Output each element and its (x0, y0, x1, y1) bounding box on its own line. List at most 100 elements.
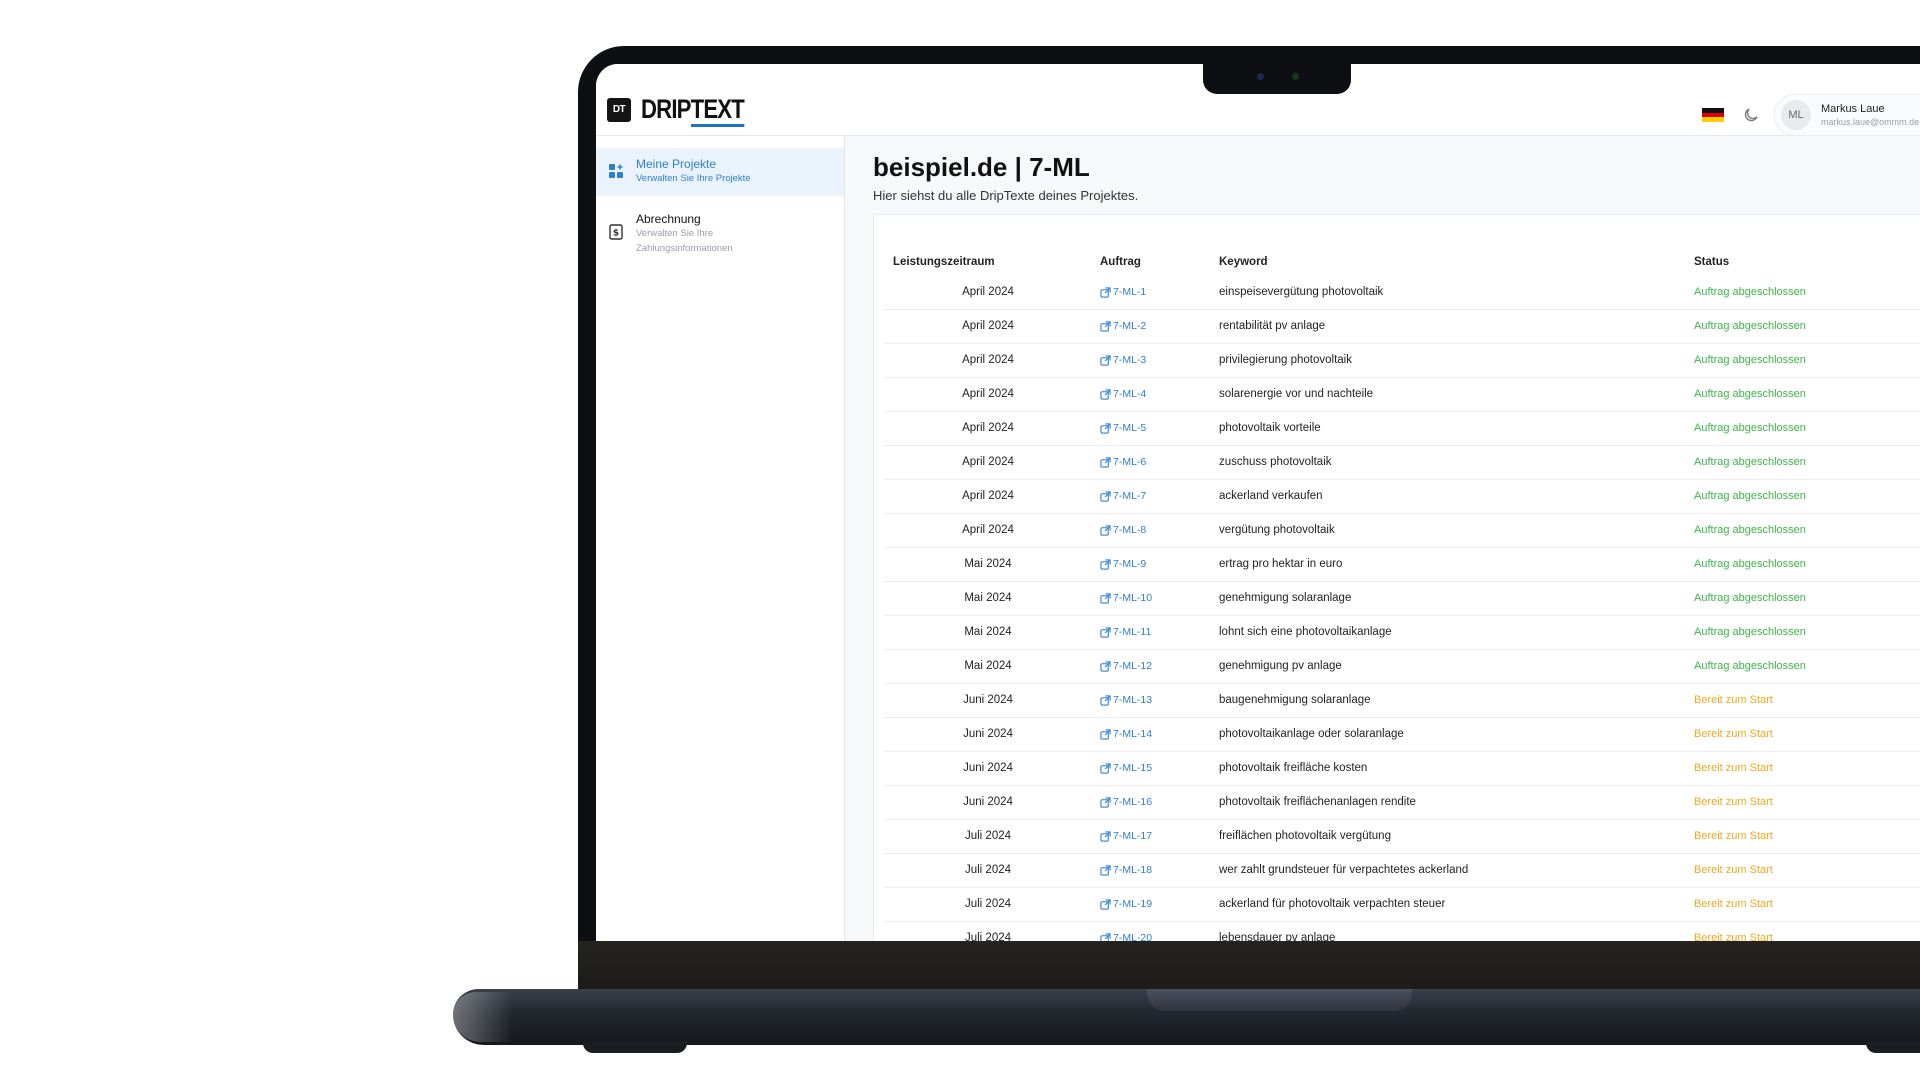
order-link[interactable]: 7-ML-1 (1100, 275, 1146, 309)
cell-keyword: einspeisevergütung photovoltaik (1219, 286, 1384, 298)
order-link[interactable]: 7-ML-9 (1100, 547, 1146, 581)
sidebar-item-abrechnung[interactable]: $ Abrechnung Verwalten Sie Ihre Zahlungs… (596, 202, 844, 264)
cell-leistungszeitraum: Juni 2024 (963, 796, 1013, 808)
external-link-icon (1100, 592, 1111, 604)
order-id: 7-ML-15 (1113, 762, 1153, 774)
cell-leistungszeitraum: Juli 2024 (964, 898, 1012, 910)
order-link[interactable]: 7-ML-8 (1100, 513, 1146, 547)
status-badge: Auftrag abgeschlossen (1694, 286, 1806, 298)
camera-notch (1203, 62, 1351, 94)
order-link[interactable]: 7-ML-18 (1100, 853, 1152, 887)
de-flag-icon[interactable] (1702, 108, 1724, 123)
logo-text-part2: TEXT (690, 94, 745, 127)
order-link[interactable]: 7-ML-7 (1100, 479, 1146, 513)
laptop-foot (583, 1041, 687, 1053)
cell-leistungszeitraum: April 2024 (962, 354, 1014, 366)
external-link-icon (1100, 456, 1111, 468)
cell-keyword: privilegierung photovoltaik (1219, 354, 1352, 366)
logo-text-part1: DRIP (641, 94, 691, 124)
user-menu[interactable]: ML Markus Laue markus.laue@ommm.de (1774, 94, 1920, 136)
cell-leistungszeitraum: Juni 2024 (963, 728, 1013, 740)
order-id: 7-ML-18 (1113, 864, 1153, 876)
cell-keyword: ackerland verkaufen (1219, 490, 1323, 502)
table-row: Mai 2024 7-ML-11 lohnt sich eine photovolt… (884, 615, 1920, 650)
table-row: Juli 2024 7-ML-18 wer zahlt grundsteuer fü… (884, 853, 1920, 888)
table-row: April 2024 7-ML-3 privilegierung photovolt… (884, 343, 1920, 378)
column-header-status[interactable]: Status (1694, 249, 1729, 275)
table-row: April 2024 7-ML-6 zuschuss photovoltaik Auf… (884, 445, 1920, 480)
laptop-base-highlight (453, 992, 513, 1042)
order-id: 7-ML-8 (1113, 524, 1147, 536)
sidebar-item-text: Abrechnung Verwalten Sie Ihre Zahlungsin… (636, 212, 761, 256)
external-link-icon (1100, 830, 1111, 842)
sidebar: Meine Projekte Verwalten Sie Ihre Projek… (596, 136, 845, 941)
sidebar-item-meine-projekte[interactable]: Meine Projekte Verwalten Sie Ihre Projek… (596, 148, 844, 196)
external-link-icon (1100, 388, 1111, 400)
page-subtitle: Hier siehst du alle DripTexte deines Pro… (873, 188, 1139, 203)
order-link[interactable]: 7-ML-12 (1100, 649, 1152, 683)
cell-keyword: rentabilität pv anlage (1219, 320, 1326, 332)
cell-leistungszeitraum: April 2024 (962, 456, 1014, 468)
order-id: 7-ML-5 (1113, 422, 1147, 434)
order-link[interactable]: 7-ML-20 (1100, 921, 1152, 941)
status-badge: Auftrag abgeschlossen (1694, 626, 1806, 638)
order-link[interactable]: 7-ML-14 (1100, 717, 1152, 751)
brand-logo[interactable]: DT DRIPTEXT (607, 94, 767, 127)
user-name: Markus Laue (1821, 103, 1885, 115)
order-link[interactable]: 7-ML-17 (1100, 819, 1152, 853)
user-info: Markus Laue markus.laue@ommm.de (1821, 102, 1919, 128)
external-link-icon (1100, 558, 1111, 570)
order-link[interactable]: 7-ML-2 (1100, 309, 1146, 343)
status-badge: Bereit zum Start (1694, 864, 1773, 876)
external-link-icon (1100, 898, 1111, 910)
order-link[interactable]: 7-ML-10 (1100, 581, 1152, 615)
status-badge: Bereit zum Start (1694, 830, 1773, 842)
column-header-keyword[interactable]: Keyword (1219, 249, 1268, 275)
logo-badge: DT (607, 97, 631, 122)
order-id: 7-ML-3 (1113, 354, 1147, 366)
order-link[interactable]: 7-ML-3 (1100, 343, 1146, 377)
order-link[interactable]: 7-ML-15 (1100, 751, 1152, 785)
camera-lens (1257, 73, 1264, 80)
order-link[interactable]: 7-ML-11 (1100, 615, 1151, 649)
order-link[interactable]: 7-ML-4 (1100, 377, 1146, 411)
app-screen: DT DRIPTEXT ML Markus Laue markus.laue@o… (596, 64, 1920, 941)
cell-leistungszeitraum: April 2024 (962, 320, 1014, 332)
cell-leistungszeitraum: Juni 2024 (963, 762, 1013, 774)
order-link[interactable]: 7-ML-16 (1100, 785, 1152, 819)
status-badge: Auftrag abgeschlossen (1694, 456, 1806, 468)
cell-leistungszeitraum: Mai 2024 (964, 660, 1012, 672)
order-link[interactable]: 7-ML-5 (1100, 411, 1146, 445)
external-link-icon (1100, 796, 1111, 808)
header-actions: ML Markus Laue markus.laue@ommm.de (1702, 94, 1920, 136)
table-row: Mai 2024 7-ML-12 genehmigung pv anlage Auft… (884, 649, 1920, 684)
order-id: 7-ML-9 (1113, 558, 1147, 570)
column-header-leistungszeitraum[interactable]: Leistungszeitraum (893, 249, 995, 275)
table-row: Juni 2024 7-ML-14 photovoltaikanlage oder … (884, 717, 1920, 752)
table-row: Juni 2024 7-ML-13 baugenehmigung solaranla… (884, 683, 1920, 718)
laptop-foot (1866, 1041, 1920, 1053)
order-link[interactable]: 7-ML-6 (1100, 445, 1146, 479)
status-badge: Bereit zum Start (1694, 728, 1773, 740)
external-link-icon (1100, 864, 1111, 876)
column-header-auftrag[interactable]: Auftrag (1100, 249, 1141, 275)
status-badge: Bereit zum Start (1694, 898, 1773, 910)
cell-keyword: wer zahlt grundsteuer für verpachtetes a… (1219, 864, 1469, 876)
order-link[interactable]: 7-ML-13 (1100, 683, 1152, 717)
status-badge: Bereit zum Start (1694, 762, 1773, 774)
external-link-icon (1100, 762, 1111, 774)
table-row: April 2024 7-ML-8 vergütung photovoltaik Au… (884, 513, 1920, 548)
order-link[interactable]: 7-ML-19 (1100, 887, 1152, 921)
status-badge: Auftrag abgeschlossen (1694, 320, 1806, 332)
moon-icon[interactable] (1742, 106, 1760, 124)
cell-keyword: genehmigung pv anlage (1219, 660, 1342, 672)
order-id: 7-ML-1 (1113, 286, 1147, 298)
status-badge: Auftrag abgeschlossen (1694, 490, 1806, 502)
cell-keyword: baugenehmigung solaranlage (1219, 694, 1371, 706)
cell-keyword: photovoltaikanlage oder solaranlage (1219, 728, 1404, 740)
order-id: 7-ML-11 (1113, 626, 1152, 638)
cell-leistungszeitraum: April 2024 (962, 524, 1014, 536)
status-badge: Bereit zum Start (1694, 694, 1773, 706)
grid-plus-icon (609, 164, 623, 178)
order-id: 7-ML-14 (1113, 728, 1153, 740)
